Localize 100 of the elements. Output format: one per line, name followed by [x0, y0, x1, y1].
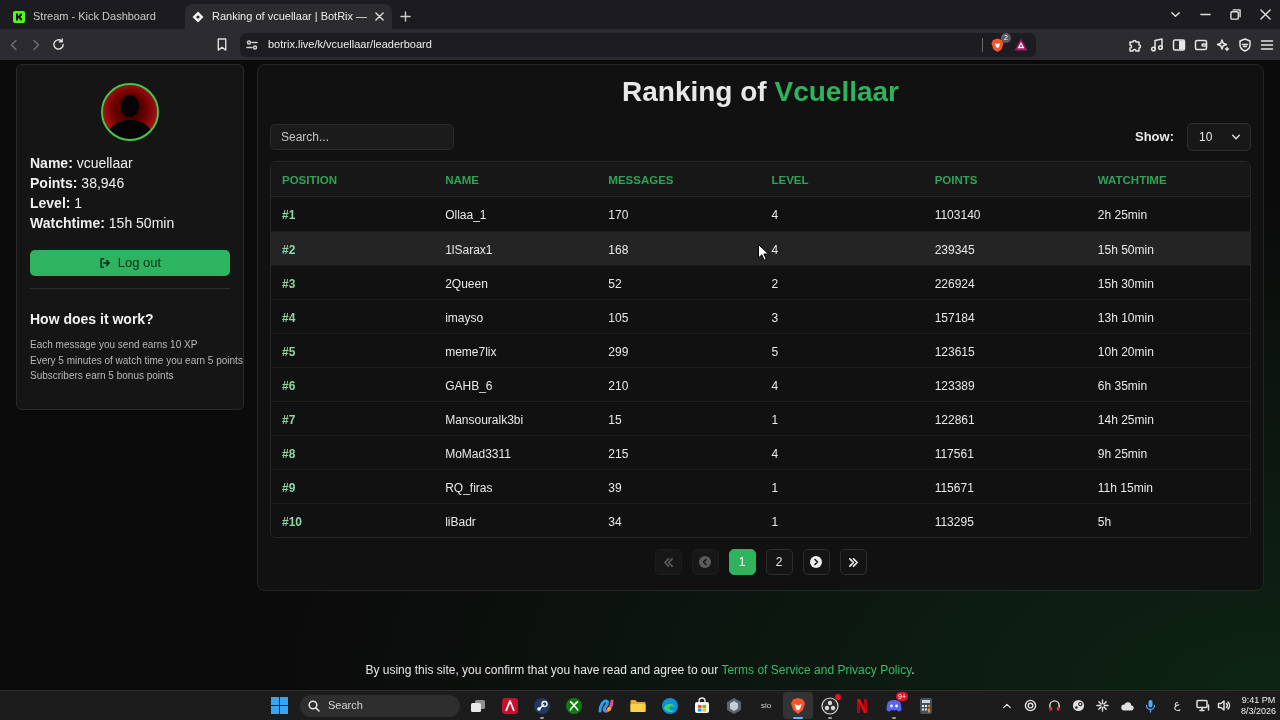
wallet-icon[interactable]: [1194, 37, 1208, 52]
points-value: 123615: [934, 344, 975, 359]
triangle-token-icon[interactable]: [1014, 38, 1028, 51]
taskbar-button[interactable]: [783, 692, 813, 719]
points-value: 117561: [934, 446, 974, 461]
message-count: 52: [608, 276, 622, 291]
taskbar-search-field[interactable]: Search: [300, 694, 460, 717]
rings-icon[interactable]: [1024, 699, 1038, 712]
logout-button[interactable]: Log out: [30, 250, 230, 276]
level-number: 4: [771, 208, 779, 222]
level-number: 5: [771, 344, 779, 359]
chevron-down-icon[interactable]: [1169, 9, 1181, 20]
help-text: Each message you send earns 10 XP: [30, 338, 198, 352]
level-number: 1: [771, 514, 779, 529]
watchtime-value: 2h 25min: [1097, 208, 1148, 222]
sparkle-icon[interactable]: [1216, 37, 1230, 52]
chevron-circle-left-icon: [699, 556, 711, 568]
wave-app-icon: [661, 696, 679, 715]
rank-text: #3: [282, 276, 296, 291]
sidebar-icon[interactable]: [1172, 37, 1186, 52]
chevron-left-icon[interactable]: [8, 38, 20, 51]
level-number: 3: [771, 310, 779, 325]
username-text: Mansouralk3bi: [445, 412, 524, 427]
last-page-button[interactable]: [839, 549, 867, 575]
username-text: RQ_firas: [445, 480, 493, 495]
username-text: liBadr: [445, 514, 476, 529]
mouse-pointer-icon: [758, 244, 769, 261]
help-text: Subscribers earn 5 bonus points: [30, 369, 174, 383]
watchtime-value: 9h 25min: [1097, 446, 1148, 461]
profile-level: Level: 1: [30, 194, 83, 213]
level-number: 4: [771, 378, 779, 393]
help-text: Every 5 minutes of watch time you earn 5 points: [30, 353, 243, 368]
watchtime-value: 10h 20min: [1097, 344, 1154, 359]
chevron-right-icon[interactable]: [30, 38, 42, 51]
clock-time[interactable]: 9:41 PM: [1241, 694, 1276, 706]
bookmark-icon[interactable]: [216, 38, 228, 51]
browser-tab[interactable]: Stream - Kick Dashboard: [6, 4, 185, 29]
burst-icon[interactable]: [1096, 699, 1110, 712]
column-header[interactable]: POINTS: [934, 174, 978, 186]
avatar-silhouette: [100, 82, 160, 142]
reload-icon[interactable]: [51, 38, 65, 51]
cloud-icon[interactable]: [1119, 699, 1134, 712]
column-header[interactable]: NAME: [445, 174, 480, 186]
username-text: Ollaa_1: [445, 208, 487, 222]
column-header[interactable]: POSITION: [282, 174, 337, 186]
username-text: 1lSarax1: [445, 242, 493, 257]
round-app-icon: [533, 696, 551, 715]
watchtime-value: 14h 25min: [1097, 412, 1154, 427]
rank-text: #2: [282, 242, 296, 257]
points-value: 1103140: [934, 208, 981, 222]
url-text[interactable]: botrix.live/k/vcuellaar/leaderboard: [268, 36, 432, 53]
show-select[interactable]: 10: [1187, 123, 1251, 151]
k-logo-icon: [13, 10, 25, 23]
profile-watchtime: Watchtime: 15h 50min: [30, 214, 175, 233]
page-title: Ranking of Vcuellaar: [622, 75, 899, 109]
profile-points: Points: 38,946: [30, 174, 125, 193]
monitor-icon[interactable]: [1195, 699, 1210, 712]
arrow-from-bracket-icon: [98, 257, 111, 269]
table-row[interactable]: #2 1lSarax1 168 4 239345 15h 50min: [271, 231, 1250, 265]
close-icon[interactable]: [375, 12, 385, 21]
message-count: 34: [608, 514, 622, 529]
page-button[interactable]: 2: [765, 549, 793, 575]
shield-icon[interactable]: [1238, 37, 1252, 52]
level-number: 1: [771, 480, 779, 495]
message-count: 168: [608, 242, 629, 257]
headphones-icon[interactable]: [1048, 699, 1062, 712]
message-count: 15: [608, 412, 622, 427]
table-row[interactable]: #10 liBadr 34 1 113295 5h: [271, 503, 1250, 537]
puzzle-piece-icon[interactable]: [1128, 37, 1142, 52]
round-app-icon[interactable]: [1072, 699, 1086, 712]
rank-text: #4: [282, 310, 296, 325]
microphone-icon[interactable]: [1145, 698, 1157, 713]
consent-text: By using this site, you confirm that you have read and agree to our Terms of Service and Privacy Policy.: [365, 662, 915, 678]
username-text: MoMad3311: [445, 446, 511, 461]
column-header[interactable]: MESSAGES: [608, 174, 674, 186]
plus-icon[interactable]: [400, 11, 412, 22]
restore-icon[interactable]: [1229, 9, 1241, 20]
level-number: 2: [771, 276, 779, 291]
speaker-icon[interactable]: [1216, 699, 1231, 712]
column-header[interactable]: WATCHTIME: [1097, 174, 1167, 186]
input-language[interactable]: ع: [1173, 697, 1181, 714]
chevron-down-icon: [1231, 132, 1241, 142]
calculator-icon: [917, 696, 935, 715]
profile-name: Name: vcuellaar: [30, 154, 133, 173]
sliders-icon[interactable]: [246, 38, 258, 51]
next-page-button[interactable]: [802, 549, 830, 575]
search-field[interactable]: Search...: [270, 124, 454, 150]
menu-icon[interactable]: [1260, 37, 1274, 52]
diamond-logo-icon: [192, 10, 204, 23]
close-icon[interactable]: [1259, 9, 1271, 20]
taskbar-button[interactable]: sio: [751, 692, 781, 719]
clock-date[interactable]: 8/3/2026: [1240, 705, 1276, 717]
lion-shield-icon[interactable]: [991, 37, 1004, 52]
browser-tab[interactable]: Ranking of vcuellaar | BotRix —: [185, 4, 393, 29]
start-menu-icon[interactable]: [271, 697, 288, 714]
music-note-icon[interactable]: [1150, 37, 1164, 52]
watchtime-value: 15h 50min: [1097, 242, 1154, 257]
username-text: meme7lix: [445, 344, 497, 359]
level-number: 4: [771, 242, 779, 257]
column-header[interactable]: LEVEL: [771, 174, 809, 186]
